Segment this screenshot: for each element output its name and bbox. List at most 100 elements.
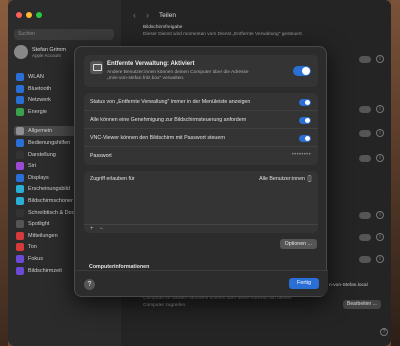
back-icon[interactable]: ‹ xyxy=(133,10,136,20)
sheet-footer: ? Fertig xyxy=(75,270,328,296)
info-icon[interactable]: i xyxy=(376,211,384,219)
accessibility-icon xyxy=(16,139,24,147)
sidebar-item-label: Mitteilungen xyxy=(28,232,58,239)
option-label: VNC-Viewer können den Bildschirm mit Pas… xyxy=(90,135,226,141)
status-description: Andere Benutzer:innen können deinen Comp… xyxy=(107,70,287,82)
sidebar-item-label: Bildschirmzeit xyxy=(28,267,62,274)
profile-subtitle: Apple Account xyxy=(32,52,61,58)
vnc-toggle[interactable] xyxy=(299,135,311,142)
status-card: Entfernte Verwaltung: Aktiviert Andere B… xyxy=(84,55,318,87)
chevron-updown-icon: ⌃ ⌄ xyxy=(307,174,312,183)
access-select[interactable]: Alle Benutzer:innen ⌃ ⌄ xyxy=(259,175,312,182)
sidebar-item-label: Energie xyxy=(28,108,47,115)
screensaver-icon xyxy=(16,197,24,205)
password-field[interactable]: •••••••• xyxy=(292,152,311,158)
appearance-icon xyxy=(16,150,24,159)
wallpaper-left xyxy=(0,0,8,346)
bg-toggle-3[interactable] xyxy=(359,130,371,137)
sidebar-item-label: Bluetooth xyxy=(28,85,52,92)
minimize-button[interactable] xyxy=(26,12,32,18)
status-title: Entfernte Verwaltung: Aktiviert xyxy=(107,61,195,67)
focus-icon xyxy=(16,255,24,263)
info-icon[interactable]: i xyxy=(376,129,384,137)
password-label: Passwort xyxy=(90,153,112,159)
siri-icon xyxy=(16,162,24,171)
wallpaper-icon xyxy=(16,185,24,194)
bg-toggle-7[interactable] xyxy=(359,256,371,263)
profile[interactable]: Stefan Grimm Apple Account xyxy=(14,45,66,59)
sidebar-item-label: Spotlight xyxy=(28,221,50,228)
sidebar-item-label: Erscheinungsbild xyxy=(28,186,70,193)
avatar xyxy=(14,45,28,59)
sidebar-item-label: Bedienungshilfen xyxy=(28,140,71,146)
bg-toggle-6[interactable] xyxy=(359,234,371,241)
add-user-button[interactable]: + xyxy=(90,225,94,233)
password-row: Passwort •••••••• xyxy=(84,147,318,165)
info-icon[interactable]: i xyxy=(376,154,384,162)
sidebar-item-label: Fokus xyxy=(28,256,43,262)
options-button[interactable]: Optionen ... xyxy=(279,239,317,249)
access-label: Zugriff erlauben für xyxy=(90,176,135,182)
request-permission-toggle[interactable] xyxy=(299,117,311,124)
wifi-icon xyxy=(16,73,24,81)
remove-user-button[interactable]: − xyxy=(100,225,104,233)
menubar-status-toggle[interactable] xyxy=(299,99,311,106)
close-button[interactable] xyxy=(16,12,22,18)
page-title: Teilen xyxy=(159,11,176,19)
display-icon xyxy=(16,173,24,182)
bg-toggle-2[interactable] xyxy=(359,106,371,113)
option-row-request-permission: Alle können eine Genehmigung zur Bildsch… xyxy=(84,111,318,129)
help-button[interactable]: ? xyxy=(84,279,95,290)
access-select-value: Alle Benutzer:innen xyxy=(259,175,305,182)
info-icon[interactable]: i xyxy=(376,105,384,113)
bg-toggle-5[interactable] xyxy=(359,212,371,219)
help-icon[interactable]: ? xyxy=(380,328,388,336)
sidebar-item-label: Allgemein xyxy=(28,128,53,135)
dock-icon xyxy=(16,208,24,217)
battery-icon xyxy=(16,107,24,116)
edit-button[interactable]: Bearbeiten ... xyxy=(343,300,381,309)
remote-management-sheet: Entfernte Verwaltung: Aktiviert Andere B… xyxy=(74,46,328,297)
option-label: Status von „Entfernte Verwaltung" immer … xyxy=(90,99,251,105)
hostname: n-von-Stefan.local xyxy=(329,283,368,288)
bg-toggle-4[interactable] xyxy=(359,155,371,162)
toolbar: ‹ › Teilen xyxy=(133,10,176,20)
bg-toggle-1[interactable] xyxy=(359,56,371,63)
sidebar-item-label: Displays xyxy=(28,174,49,181)
screentime-icon xyxy=(16,266,24,275)
info-icon[interactable]: i xyxy=(376,233,384,241)
bluetooth-icon xyxy=(16,84,24,93)
info-icon[interactable]: i xyxy=(376,255,384,263)
sidebar-item-label: Siri xyxy=(28,163,36,170)
remote-management-toggle[interactable] xyxy=(293,66,311,76)
sidebar-item-label: Darstellung xyxy=(28,151,56,158)
hostname-desc-2: Computer zugreifen. xyxy=(143,303,187,308)
remote-management-icon xyxy=(90,61,103,74)
forward-icon[interactable]: › xyxy=(146,10,149,20)
option-row-vnc: VNC-Viewer können den Bildschirm mit Pas… xyxy=(84,129,318,147)
sidebar-item-label: Ton xyxy=(28,244,37,251)
network-icon xyxy=(16,96,24,105)
access-card: Zugriff erlauben für Alle Benutzer:innen… xyxy=(84,171,318,233)
info-icon[interactable]: i xyxy=(376,55,384,63)
sidebar-item-label: Schreibtisch & Dock xyxy=(28,209,78,216)
profile-name: Stefan Grimm xyxy=(32,46,66,53)
sound-icon xyxy=(16,243,24,252)
notifications-icon xyxy=(16,231,24,240)
options-card: Status von „Entfernte Verwaltung" immer … xyxy=(84,93,318,165)
option-row-menubar: Status von „Entfernte Verwaltung" immer … xyxy=(84,93,318,111)
screen-sharing-title: Bildschirmfreigabe xyxy=(143,25,183,30)
wallpaper-right xyxy=(391,0,400,346)
window-controls xyxy=(16,12,42,18)
screen-sharing-desc: Dieser Dienst wird momentan vom Dienst „… xyxy=(143,32,304,37)
spotlight-icon xyxy=(16,220,24,229)
gear-icon xyxy=(16,127,24,136)
option-label: Alle können eine Genehmigung zur Bildsch… xyxy=(90,117,247,123)
sidebar-item-label: WLAN xyxy=(28,74,44,80)
sidebar-item-label: Bildschirmschoner xyxy=(28,198,73,204)
zoom-button[interactable] xyxy=(36,12,42,18)
done-button[interactable]: Fertig xyxy=(289,278,319,289)
list-footer: + − xyxy=(84,224,318,233)
search-input[interactable]: Suchen xyxy=(14,29,114,40)
status-desc-line2: „mini-von-stefan.fritz.box" verwalten. xyxy=(107,76,185,81)
